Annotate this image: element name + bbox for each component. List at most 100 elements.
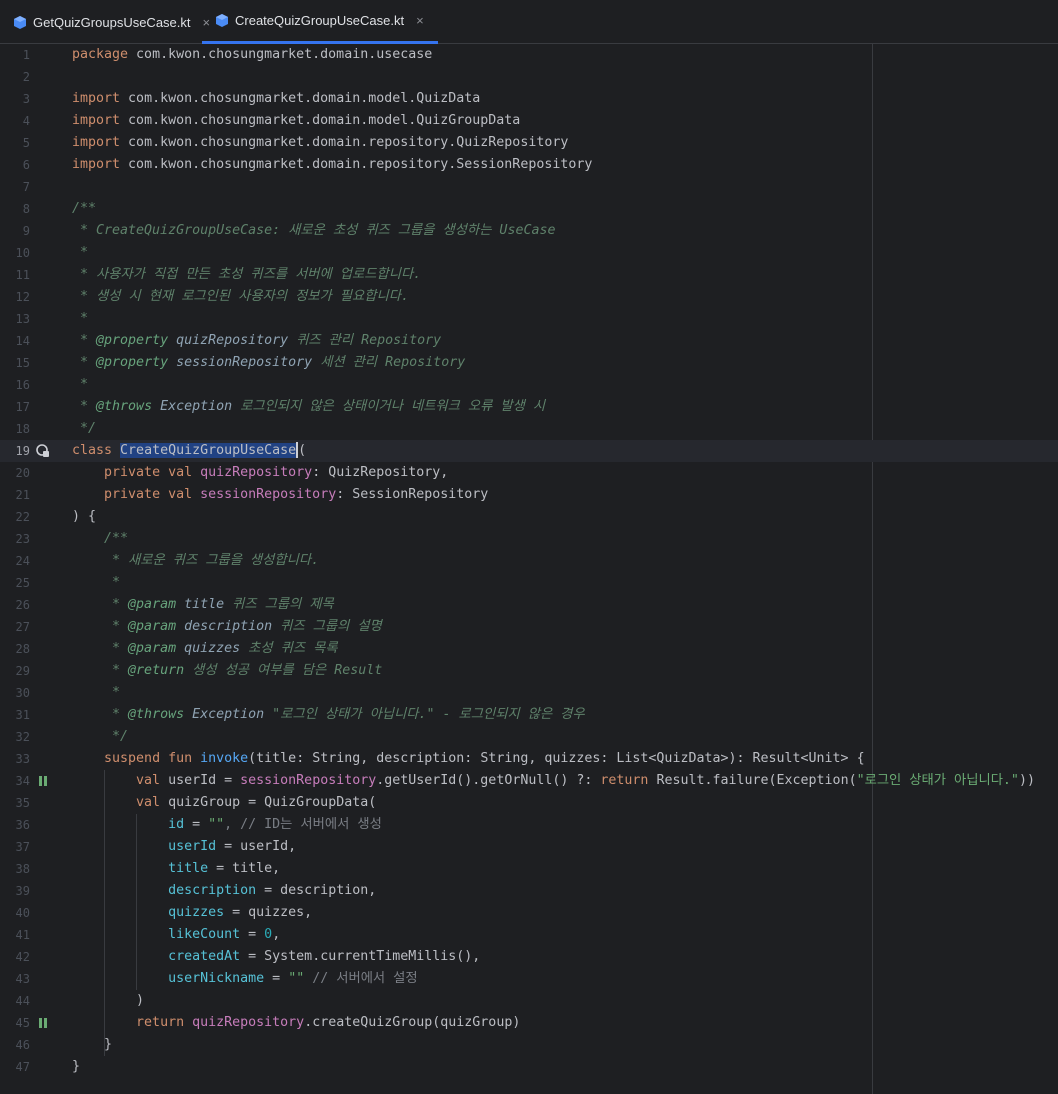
gutter-row[interactable]: 4	[0, 110, 56, 132]
code-line: id = "", // ID는 서버에서 생성	[168, 817, 382, 832]
code-line: */	[104, 729, 129, 744]
line-number: 27	[15, 620, 30, 634]
code-line: * @param title 퀴즈 그룹의 제목	[72, 597, 334, 612]
gutter-row[interactable]: 43	[0, 968, 56, 990]
line-number: 42	[15, 950, 30, 964]
gutter-row[interactable]: 16	[0, 374, 56, 396]
code-line: private val quizRepository: QuizReposito…	[104, 465, 449, 480]
tab-get-quiz-groups-usecase[interactable]: GetQuizGroupsUseCase.kt ×	[14, 0, 210, 44]
line-number: 28	[15, 642, 30, 656]
gutter-row[interactable]: 41	[0, 924, 56, 946]
gutter-row[interactable]: 15	[0, 352, 56, 374]
code-line: return quizRepository.createQuizGroup(qu…	[136, 1015, 521, 1030]
gutter-row[interactable]: 3	[0, 88, 56, 110]
gutter-row[interactable]: 10	[0, 242, 56, 264]
gutter-row[interactable]: 22	[0, 506, 56, 528]
gutter-row[interactable]: 5	[0, 132, 56, 154]
suspend-call-gutter-icon[interactable]	[36, 774, 50, 788]
gutter-row[interactable]: 28	[0, 638, 56, 660]
gutter-row[interactable]: 38	[0, 858, 56, 880]
implemented-class-gutter-icon[interactable]	[36, 444, 50, 458]
line-number: 13	[15, 312, 30, 326]
gutter-row[interactable]: 18	[0, 418, 56, 440]
code-line: import com.kwon.chosungmarket.domain.rep…	[72, 135, 569, 150]
tab-create-quiz-group-usecase[interactable]: CreateQuizGroupUseCase.kt ×	[202, 0, 438, 44]
gutter-row[interactable]: 7	[0, 176, 56, 198]
gutter-row[interactable]: 11	[0, 264, 56, 286]
gutter-row[interactable]: 40	[0, 902, 56, 924]
code-line: class CreateQuizGroupUseCase(	[72, 442, 307, 458]
gutter-row[interactable]: 30	[0, 682, 56, 704]
line-number: 20	[15, 466, 30, 480]
suspend-call-gutter-icon[interactable]	[36, 1016, 50, 1030]
gutter-row[interactable]: 23	[0, 528, 56, 550]
line-number: 45	[15, 1016, 30, 1030]
code-line: private val sessionRepository: SessionRe…	[104, 487, 489, 502]
code-line: *	[104, 575, 121, 590]
line-number: 16	[15, 378, 30, 392]
line-number: 21	[15, 488, 30, 502]
line-number: 8	[22, 202, 30, 216]
gutter-row[interactable]: 25	[0, 572, 56, 594]
gutter-row[interactable]: 27	[0, 616, 56, 638]
line-number: 7	[22, 180, 30, 194]
gutter-row[interactable]: 1	[0, 44, 56, 66]
gutter-row[interactable]: 33	[0, 748, 56, 770]
code-line: * @param description 퀴즈 그룹의 설명	[72, 619, 382, 634]
code-line: * @param quizzes 초성 퀴즈 목록	[72, 641, 338, 656]
gutter-row[interactable]: 2	[0, 66, 56, 88]
line-number: 30	[15, 686, 30, 700]
code-line: val userId = sessionRepository.getUserId…	[136, 773, 1035, 788]
line-number: 34	[15, 774, 30, 788]
gutter-row[interactable]: 13	[0, 308, 56, 330]
line-number: 10	[15, 246, 30, 260]
gutter-row[interactable]: 12	[0, 286, 56, 308]
gutter-row[interactable]: 20	[0, 462, 56, 484]
line-number: 4	[22, 114, 30, 128]
code-line: *	[104, 685, 121, 700]
gutter-row[interactable]: 35	[0, 792, 56, 814]
line-number: 22	[15, 510, 30, 524]
gutter-row[interactable]: 29	[0, 660, 56, 682]
gutter-row[interactable]: 34	[0, 770, 56, 792]
gutter-row[interactable]: 46	[0, 1034, 56, 1056]
gutter-row[interactable]: 26	[0, 594, 56, 616]
code-line: quizzes = quizzes,	[168, 905, 313, 920]
line-number: 23	[15, 532, 30, 546]
line-number: 9	[22, 224, 30, 238]
gutter-row[interactable]: 9	[0, 220, 56, 242]
line-number: 14	[15, 334, 30, 348]
gutter-row[interactable]: 47	[0, 1056, 56, 1078]
gutter-row[interactable]: 19	[0, 440, 56, 462]
code-line: * @return 생성 성공 여부를 담은 Result	[72, 663, 383, 678]
gutter-row[interactable]: 39	[0, 880, 56, 902]
code-line: *	[72, 311, 89, 326]
gutter-row[interactable]: 36	[0, 814, 56, 836]
line-number: 35	[15, 796, 30, 810]
close-tab-icon[interactable]: ×	[416, 13, 424, 28]
gutter-row[interactable]: 37	[0, 836, 56, 858]
gutter-row[interactable]: 45	[0, 1012, 56, 1034]
line-number: 24	[15, 554, 30, 568]
gutter-row[interactable]: 32	[0, 726, 56, 748]
gutter-row[interactable]: 8	[0, 198, 56, 220]
line-number: 17	[15, 400, 30, 414]
code-line: likeCount = 0,	[168, 927, 281, 942]
gutter-row[interactable]: 24	[0, 550, 56, 572]
gutter-row[interactable]: 17	[0, 396, 56, 418]
line-number: 26	[15, 598, 30, 612]
gutter-row[interactable]: 44	[0, 990, 56, 1012]
code-line: /**	[104, 531, 129, 546]
gutter-row[interactable]: 14	[0, 330, 56, 352]
gutter-row[interactable]: 31	[0, 704, 56, 726]
code-line: }	[104, 1037, 113, 1052]
code-line: * 새로운 퀴즈 그룹을 생성합니다.	[104, 553, 320, 568]
tab-label: CreateQuizGroupUseCase.kt	[235, 13, 405, 28]
code-line: )	[136, 993, 145, 1008]
gutter-row[interactable]: 6	[0, 154, 56, 176]
code-editor[interactable]: 1 2 3 4 5 6 7 8 9 10 11 12 13 14 15 16 17 18 19 20 21 22 23 24 2…	[0, 44, 1058, 1094]
line-number: 3	[22, 92, 30, 106]
gutter-row[interactable]: 42	[0, 946, 56, 968]
gutter-row[interactable]: 21	[0, 484, 56, 506]
code-line: * @property quizRepository 퀴즈 관리 Reposit…	[72, 333, 442, 348]
